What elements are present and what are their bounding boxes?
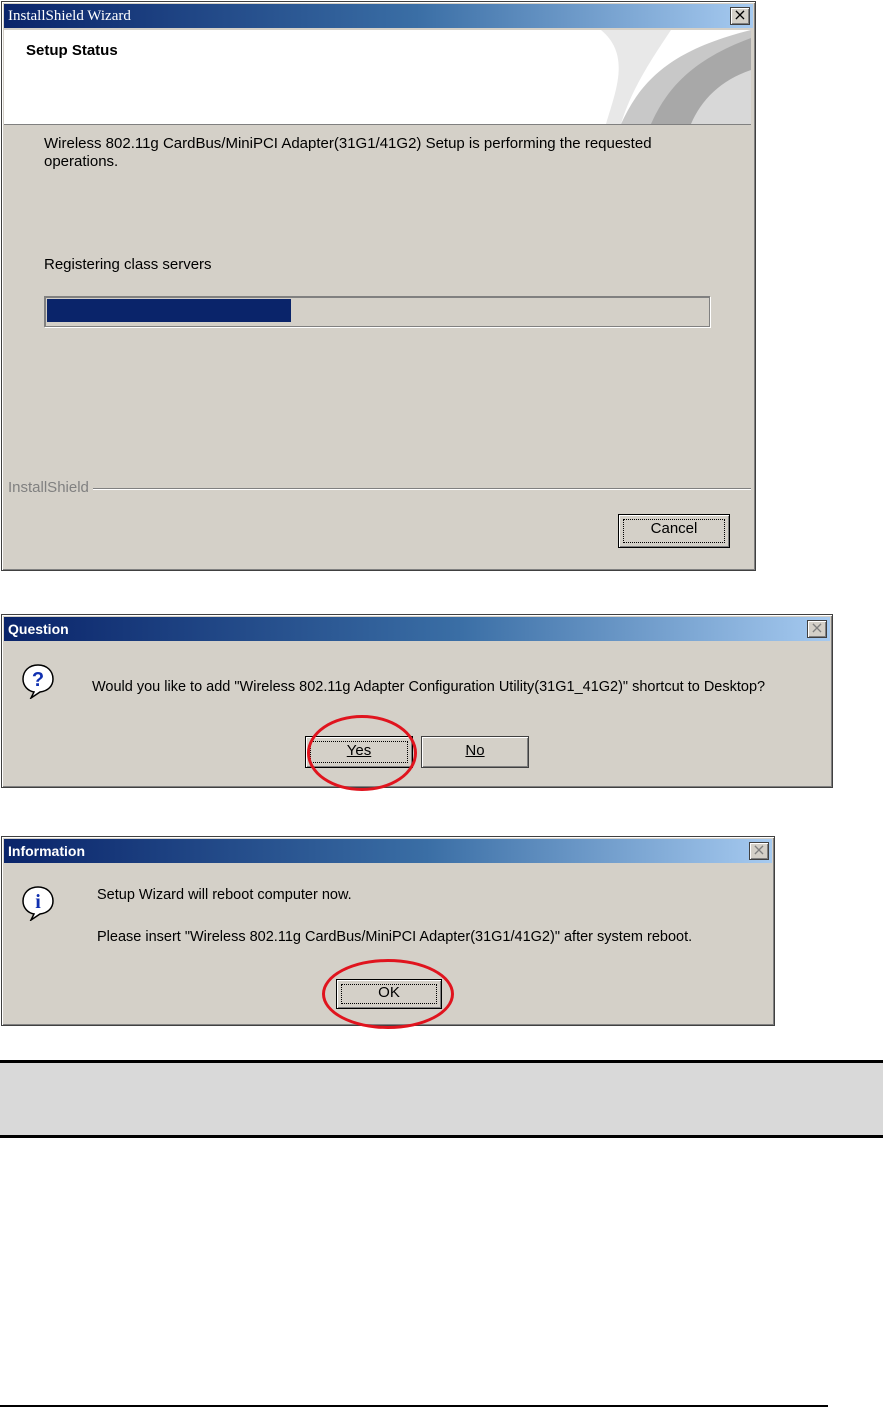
progress-bar [44, 296, 710, 327]
wizard-header-panel: Setup Status [4, 30, 751, 125]
no-label: No [465, 742, 485, 759]
information-title: Information [8, 843, 85, 859]
svg-text:i: i [35, 891, 41, 913]
svg-text:?: ? [32, 669, 44, 691]
brand-divider [90, 488, 751, 490]
progress-bar-fill [47, 299, 291, 322]
information-title-bar: Information × [4, 839, 772, 863]
cancel-label: Cancel [650, 520, 698, 537]
wizard-title-bar: InstallShield Wizard × [4, 4, 753, 28]
information-close-button[interactable]: × [749, 840, 769, 860]
installshield-brand: InstallShield [8, 479, 93, 496]
question-icon: ? [22, 664, 54, 699]
header-title: Setup Status [26, 42, 118, 59]
close-icon: × [810, 618, 824, 637]
note-band [0, 1060, 883, 1138]
wizard-message: Wireless 802.11g CardBus/MiniPCI Adapter… [44, 135, 652, 170]
information-dialog: Information × i Setup Wizard will reboot… [1, 836, 775, 1029]
wizard-close-button[interactable]: × [730, 5, 750, 25]
information-line-1: Setup Wizard will reboot computer now. [97, 887, 352, 903]
no-button[interactable]: No [421, 736, 529, 768]
yes-highlight-circle [307, 715, 417, 791]
wizard-status-text: Registering class servers [44, 256, 212, 273]
page-curl-graphic [601, 30, 751, 124]
info-icon: i [22, 886, 54, 921]
wizard-title: InstallShield Wizard [8, 8, 131, 24]
close-icon: × [752, 840, 766, 859]
cancel-button[interactable]: Cancel [618, 514, 730, 548]
information-line-2: Please insert "Wireless 802.11g CardBus/… [97, 929, 693, 945]
close-icon: × [733, 5, 747, 24]
question-close-button[interactable]: × [807, 618, 827, 638]
ok-highlight-circle [322, 959, 454, 1029]
question-message: Would you like to add "Wireless 802.11g … [92, 679, 766, 695]
footer-rule [0, 1405, 828, 1407]
question-title: Question [8, 621, 69, 637]
installshield-wizard-window: InstallShield Wizard × Setup Status Wire… [1, 1, 756, 571]
question-dialog: Question × ? Would you like to add "Wire… [1, 614, 833, 791]
question-title-bar: Question × [4, 617, 830, 641]
